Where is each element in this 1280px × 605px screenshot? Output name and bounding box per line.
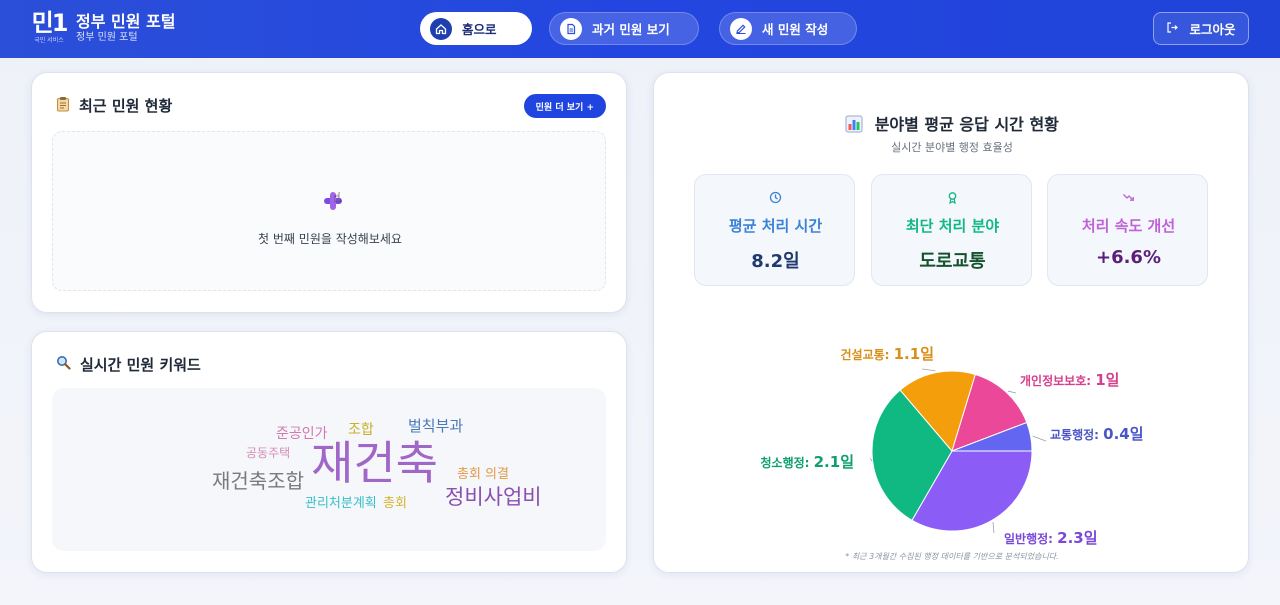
clipboard-icon [56,96,70,116]
new-complaint-button[interactable]: 새 민원 작성 [719,12,857,45]
pie-slice-label: 건설교통: 1.1일 [840,345,934,363]
stats-footnote: * 최근 3개월간 수집된 행정 데이터를 기반으로 분석되었습니다. [845,552,1059,561]
home-button[interactable]: 홈으로 [420,12,532,45]
pie-slice-label: 교통행정: 0.4일 [1050,425,1144,443]
response-time-pie-chart: 일반행정: 2.3일 청소행정: 2.1일 건설교통: 1.1일개인정보보호: 1일… [760,345,1144,547]
pie-leader-line [992,521,995,534]
recent-complaints-title: 최근 민원 현황 [56,95,172,116]
keyword-word[interactable]: 조합 [348,423,374,437]
keyword-word[interactable]: 정비사업비 [445,487,542,508]
logout-button[interactable]: 로그아웃 [1153,12,1249,45]
pie-leader-line [1007,390,1017,394]
edit-icon [730,17,752,40]
word-cloud: 준공인가 조합 벌칙부과 공동주택 재건축 재건축조합 총회 의결 관리처분계획… [52,388,606,551]
keyword-word[interactable]: 관리처분계획 [305,497,377,510]
pie-slice-label: 청소행정: 2.1일 [760,453,854,471]
logout-icon [1166,21,1179,37]
logo-mark: 민1 [31,9,69,37]
response-time-card: 분야별 평균 응답 시간 현황 실시간 분야별 행정 효율성 평균 처리 시간 … [653,72,1249,573]
empty-state[interactable]: ☝ 첫 번째 민원을 작성해보세요 [52,131,606,291]
portal-title: 정부 민원 포털 [76,12,176,31]
pie-slice-label: 일반행정: 2.3일 [1004,529,1098,547]
pointer-cursor-icon: ☝ [333,190,342,206]
pie-leader-line [870,458,873,462]
keyword-word[interactable]: 벌칙부과 [408,419,463,434]
logout-label: 로그아웃 [1189,22,1236,37]
document-icon [560,17,582,40]
past-complaints-button[interactable]: 과거 민원 보기 [549,12,699,45]
keyword-word[interactable]: 총회 의결 [457,468,509,481]
keyword-title-text: 실시간 민원 키워드 [80,356,201,374]
magnifier-icon [56,355,71,374]
pie-leader-line [1032,435,1047,442]
recent-complaints-card: 최근 민원 현황 민원 더 보기 + ☝ 첫 번째 민원을 작성해보세요 [31,72,627,313]
brand[interactable]: 민1 국민 서비스 정부 민원 포털 정부 민원 포털 [30,9,176,47]
empty-state-text: 첫 번째 민원을 작성해보세요 [258,232,402,246]
recent-complaints-title-text: 최근 민원 현황 [79,97,173,115]
new-complaint-label: 새 민원 작성 [762,22,829,37]
keyword-word[interactable]: 재건축조합 [212,471,304,491]
past-complaints-label: 과거 민원 보기 [592,22,670,37]
top-header: 민1 국민 서비스 정부 민원 포털 정부 민원 포털 홈으로 과거 민원 보기… [0,0,1280,58]
more-complaints-button[interactable]: 민원 더 보기 + [523,94,606,118]
keyword-word[interactable]: 재건축 [311,440,438,486]
portal-subtitle: 정부 민원 포털 [76,32,138,43]
realtime-keyword-card: 실시간 민원 키워드 준공인가 조합 벌칙부과 공동주택 재건축 재건축조합 총… [31,331,627,573]
logo-subtext: 국민 서비스 [34,37,64,44]
home-button-label: 홈으로 [462,22,497,37]
keyword-word[interactable]: 공동주택 [246,447,290,459]
keyword-word[interactable]: 총회 [383,497,407,510]
home-icon [430,17,452,40]
logo: 민1 국민 서비스 [30,9,69,47]
add-icon: ☝ [321,188,347,214]
pie-leader-line [921,368,936,372]
pie-slice-label: 개인정보보호: 1일 [1020,371,1119,389]
keyword-title: 실시간 민원 키워드 [56,354,201,375]
